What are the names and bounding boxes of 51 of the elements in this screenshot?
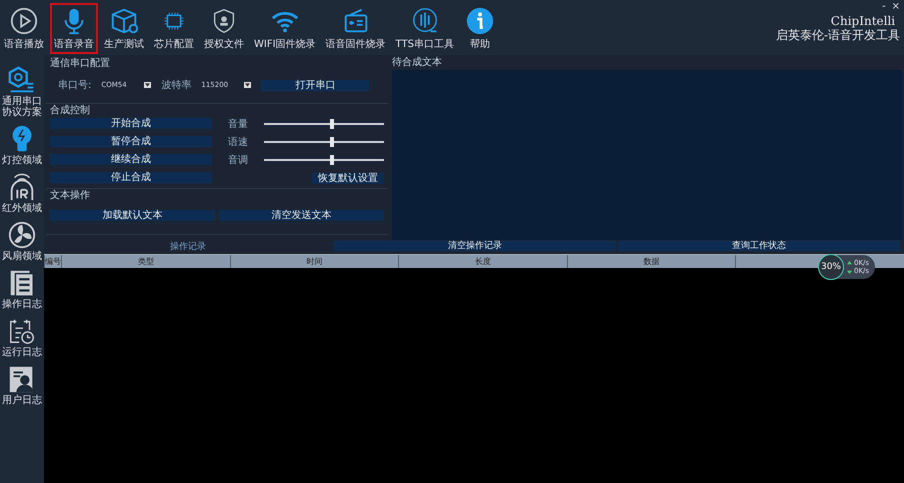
sidebar-item[interactable]: 用户日志: [0, 364, 44, 406]
toolbar-button[interactable]: 生产测试: [100, 3, 148, 54]
baud-label: 波特率: [161, 78, 192, 92]
slider-thumb[interactable]: [330, 155, 334, 165]
play-icon: [9, 6, 39, 36]
toolbar-button[interactable]: 语音录音: [50, 3, 98, 54]
text-ops-button[interactable]: 清空发送文本: [219, 210, 384, 221]
toolbar-button[interactable]: 芯片配置: [150, 3, 198, 54]
sidebar-item[interactable]: 红外领域: [0, 172, 44, 214]
synthesis-button[interactable]: 暂停合成: [50, 136, 212, 147]
group-title: 文本操作: [50, 190, 91, 202]
open-port-button[interactable]: 打开串口: [261, 80, 370, 90]
group-title: 待合成文本: [392, 57, 443, 69]
log-button[interactable]: 清空操作记录: [334, 241, 616, 251]
toolbar-button[interactable]: 授权文件: [200, 3, 248, 54]
info-icon: [464, 6, 495, 36]
fan-icon: [7, 220, 37, 250]
toolbar-button[interactable]: TTS串口工具: [392, 3, 458, 54]
toolbar-button[interactable]: 语音播放: [0, 3, 48, 54]
toolbar-button[interactable]: 语音固件烧录: [322, 3, 390, 54]
sidebar-item[interactable]: 灯控领域: [0, 124, 44, 166]
group-title: 合成控制: [50, 105, 91, 117]
text-ops-button[interactable]: 加载默认文本: [50, 210, 215, 221]
synthesis-button[interactable]: 开始合成: [50, 118, 212, 129]
pending-text-field[interactable]: [392, 70, 902, 240]
brand-name: ChipIntelli: [830, 14, 896, 28]
caret-icon: [144, 82, 152, 88]
sidebar-item[interactable]: 运行日志: [0, 316, 44, 358]
box-icon: [109, 6, 139, 36]
upload-icon: [847, 260, 852, 266]
toolbar-button[interactable]: 帮助: [460, 3, 500, 54]
window-control-button[interactable]: ×: [892, 0, 900, 14]
slider-label: 音量: [228, 118, 249, 131]
window-control-button[interactable]: -: [882, 0, 886, 14]
reset-defaults-button[interactable]: 恢复默认设置: [312, 173, 384, 184]
log-tab[interactable]: 操作记录: [44, 240, 332, 252]
port-label: 串口号:: [58, 78, 92, 92]
caret-icon: [244, 82, 252, 88]
sidebar-item[interactable]: 通用串口协议方案: [0, 65, 44, 118]
brand-subtitle: 启英泰伦-语音开发工具: [776, 28, 900, 42]
slider-thumb[interactable]: [330, 119, 334, 129]
group-title: 通信串口配置: [50, 58, 111, 70]
synthesis-button[interactable]: 继续合成: [50, 154, 212, 165]
slider-label: 语速: [228, 136, 249, 149]
toolbar-button[interactable]: WIFI固件烧录: [250, 3, 320, 54]
log-button[interactable]: 查询工作状态: [618, 241, 900, 251]
sidebar-item[interactable]: 风扇领域: [0, 220, 44, 262]
slider-label: 音调: [228, 154, 249, 167]
synthesis-button[interactable]: 停止合成: [50, 172, 212, 183]
slider-thumb[interactable]: [330, 137, 334, 147]
sidebar-item[interactable]: 操作日志: [0, 268, 44, 310]
